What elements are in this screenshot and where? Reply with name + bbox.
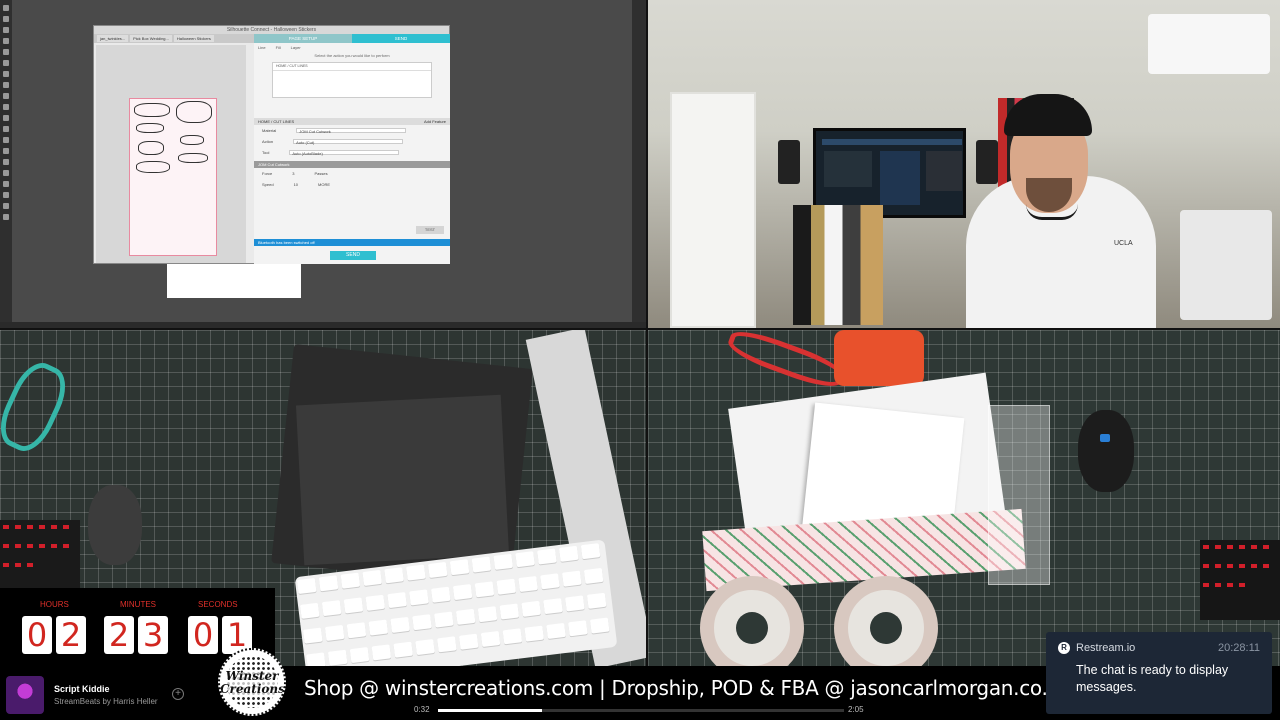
status-strip xyxy=(0,322,646,328)
field-label: Action xyxy=(262,139,274,144)
sticker-shape xyxy=(176,101,212,123)
chat-time: 20:28:11 xyxy=(1217,642,1260,654)
doc-tab[interactable]: jan_twinkles... xyxy=(97,35,129,42)
mode-layer[interactable]: Layer xyxy=(291,45,301,50)
collar xyxy=(1026,204,1078,220)
printer xyxy=(1180,210,1272,320)
keyboard-rgb xyxy=(0,520,80,590)
silhouette-window: Silhouette Connect - Halloween Stickers … xyxy=(93,25,450,264)
elapsed-time: 0:32 xyxy=(414,705,430,714)
tool-select[interactable]: Auto (AutoBlade) xyxy=(289,150,400,156)
speed-field: Speed 10 MORE xyxy=(254,179,450,190)
speed-label: Speed xyxy=(262,182,274,187)
send-mode-tabs: Line Fill Layer xyxy=(254,43,450,51)
speaker xyxy=(976,140,998,184)
passes-label: Passes xyxy=(314,171,328,176)
sticker-shape xyxy=(136,161,170,173)
track-title: Script Kiddie xyxy=(54,684,110,694)
mode-fill[interactable]: Fill xyxy=(276,45,281,50)
force-stepper[interactable]: 3 xyxy=(292,171,294,176)
total-time: 2:05 xyxy=(848,705,864,714)
vinyl-rolls xyxy=(793,205,883,325)
webcam-cutting-mat-right xyxy=(648,330,1280,666)
air-conditioner xyxy=(1148,14,1270,74)
mode-line[interactable]: Line xyxy=(258,45,266,50)
timer-digit: 2 xyxy=(56,616,86,654)
timer-digit: 0 xyxy=(22,616,52,654)
window-title: Silhouette Connect - Halloween Stickers xyxy=(94,26,449,34)
add-icon[interactable]: + xyxy=(172,688,184,700)
sticker-shape xyxy=(136,123,164,133)
field-label: Material xyxy=(262,128,277,133)
sticker-shape xyxy=(134,103,170,117)
sticker-shape xyxy=(180,135,204,145)
minutes-label: MINUTES xyxy=(120,600,156,609)
force-label: Force xyxy=(262,171,273,176)
cutting-mat-preview xyxy=(129,98,217,256)
tape-dispenser xyxy=(834,330,924,386)
seconds-label: SECONDS xyxy=(198,600,238,609)
timer-digit: 0 xyxy=(188,616,218,654)
keyboard-rgb xyxy=(1200,540,1280,620)
table-row[interactable]: HOME / CUT LINES xyxy=(273,63,431,71)
doc-tab[interactable]: Halloween Stickers xyxy=(173,35,214,42)
progress-fill xyxy=(438,709,542,712)
artboard xyxy=(167,262,301,298)
speed-stepper[interactable]: 10 xyxy=(294,182,298,187)
action-select[interactable]: Auto (Cut) xyxy=(293,139,404,145)
door xyxy=(670,92,756,328)
status-bar: Bluetooth has been switched off xyxy=(254,239,450,246)
tool-field: Tool Auto (AutoBlade) xyxy=(254,147,450,158)
chat-widget: R Restream.io 20:28:11 The chat is ready… xyxy=(1046,632,1272,714)
send-button[interactable]: SEND xyxy=(330,251,376,260)
webcam-room: UCLA xyxy=(648,0,1280,328)
sticker-shape xyxy=(138,141,164,155)
test-button[interactable]: TEST xyxy=(416,226,444,234)
send-panel: PAGE SETUP SEND Line Fill Layer Select t… xyxy=(254,34,450,264)
mouse xyxy=(88,485,142,565)
force-field: Force 3 Passes xyxy=(254,168,450,179)
chat-message: The chat is ready to display messages. xyxy=(1076,663,1229,694)
promo-ticker: Shop @ winstercreations.com | Dropship, … xyxy=(304,676,1072,700)
track-artist: StreamBeats by Harris Heller xyxy=(54,697,158,706)
now-playing: Script Kiddie StreamBeats by Harris Hell… xyxy=(6,676,158,714)
scrollbar[interactable] xyxy=(632,0,646,328)
action-table: HOME / CUT LINES xyxy=(272,62,432,98)
material-header: HOME / CUT LINES Add Feature xyxy=(254,118,450,125)
hours-label: HOURS xyxy=(40,600,69,609)
speaker xyxy=(778,140,800,184)
cut-settings-header: JOM Cut Cutwork xyxy=(254,161,450,168)
sticker-shape xyxy=(178,153,208,163)
document-tabs: jan_twinkles... Pick Box Wedding... Hall… xyxy=(94,34,254,43)
tab-page-setup[interactable]: PAGE SETUP xyxy=(254,34,352,43)
black-vinyl-sheet xyxy=(295,394,510,566)
mouse xyxy=(1078,410,1134,492)
tab-send[interactable]: SEND xyxy=(352,34,450,43)
add-feature-button[interactable]: Add Feature xyxy=(424,119,446,124)
album-art xyxy=(6,676,44,714)
action-field: Action Auto (Cut) xyxy=(254,136,450,147)
more-button[interactable]: MORE xyxy=(318,182,330,187)
winster-logo: Winster Creations xyxy=(218,648,286,716)
row-label: HOME / CUT LINES xyxy=(276,64,308,68)
chat-source: Restream.io xyxy=(1076,642,1136,654)
screen-capture: Silhouette Connect - Halloween Stickers … xyxy=(0,0,646,328)
field-label: Tool xyxy=(262,150,270,155)
instruction-text: Select the action you would like to perf… xyxy=(314,53,390,58)
material-header-label: HOME / CUT LINES xyxy=(258,119,295,124)
logo-text: Winster Creations xyxy=(220,669,285,696)
track-progress xyxy=(438,709,844,712)
design-canvas[interactable] xyxy=(96,45,246,263)
cellophane-bag xyxy=(988,405,1050,585)
stream-layout: Silhouette Connect - Halloween Stickers … xyxy=(0,0,1280,720)
timer-digit: 3 xyxy=(138,616,168,654)
restream-icon: R xyxy=(1058,642,1070,654)
shirt-logo: UCLA xyxy=(1114,240,1133,247)
material-select[interactable]: JOM Cut Cutwork xyxy=(296,128,407,134)
illustrator-toolbar xyxy=(0,0,12,328)
doc-tab[interactable]: Pick Box Wedding... xyxy=(130,35,172,42)
material-field: Material JOM Cut Cutwork xyxy=(254,125,450,136)
timer-digit: 2 xyxy=(104,616,134,654)
